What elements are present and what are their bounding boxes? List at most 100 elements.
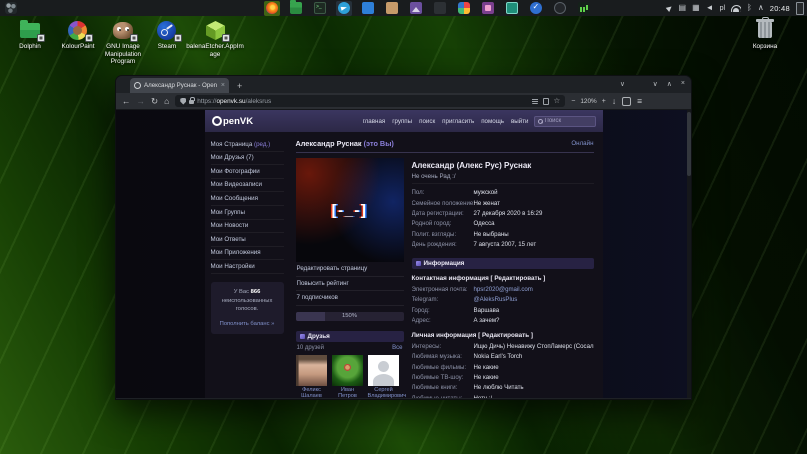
site-search[interactable]	[534, 116, 596, 127]
taskbar-package-app[interactable]	[384, 1, 400, 16]
friends-section-icon	[300, 334, 305, 339]
nav-search-link[interactable]: поиск	[419, 118, 435, 125]
taskbar-konsole[interactable]	[312, 1, 328, 16]
personal-info-header: Личная информация [ Редактировать ]	[412, 332, 594, 339]
forward-button[interactable]: →	[137, 97, 146, 106]
clock[interactable]: 20:48	[770, 4, 790, 13]
sidebar-item-friends[interactable]: Мои Друзья (7)	[211, 152, 284, 166]
edit-page-link[interactable]: (ред.)	[254, 141, 270, 148]
sidebar-item-groups[interactable]: Мои Группы	[211, 206, 284, 220]
page-scrollbar[interactable]	[687, 110, 691, 398]
reload-button[interactable]: ↻	[151, 97, 158, 106]
list-tabs-icon[interactable]: ∨	[620, 80, 625, 88]
translate-icon[interactable]	[543, 98, 549, 105]
downloads-icon[interactable]: ↓	[612, 97, 616, 106]
scrollbar-thumb[interactable]	[687, 112, 691, 176]
sidebar-item-my-page[interactable]: Моя Страница (ред.)	[211, 138, 284, 152]
bookmark-star-icon[interactable]: ☆	[554, 97, 561, 105]
friend-item[interactable]: Иван Петров	[332, 355, 364, 399]
maximize-button[interactable]: ∧	[667, 80, 672, 88]
tray-expand-icon[interactable]: ∧	[758, 4, 764, 12]
desktop-icon-trash[interactable]: Корзина	[737, 20, 793, 51]
email-link[interactable]: hpsr2020@gmail.com	[474, 286, 533, 293]
edit-contact-link[interactable]: [ Редактировать ]	[491, 275, 546, 282]
new-tab-button[interactable]: +	[237, 81, 242, 91]
tab-title: Александр Руснак - Open	[144, 82, 218, 89]
edit-personal-link[interactable]: [ Редактировать ]	[478, 332, 533, 339]
telegram-tray-icon[interactable]: ▶	[666, 4, 675, 13]
zoom-in-button[interactable]: +	[602, 98, 606, 105]
edit-profile-link[interactable]: Редактировать страницу	[296, 262, 404, 277]
online-status-link[interactable]: Онлайн	[571, 140, 593, 147]
close-button[interactable]: ×	[681, 80, 685, 88]
detail-row: Семейное положение:Не женат	[412, 198, 594, 208]
taskbar-chart-app[interactable]	[576, 1, 592, 16]
contact-row: Адрес:А зачем?	[412, 315, 594, 325]
back-button[interactable]: ←	[122, 97, 131, 106]
shortcut-badge	[85, 34, 93, 42]
openvk-logo[interactable]: penVK	[212, 116, 254, 127]
profile-status[interactable]: Не очень Рад :/	[412, 173, 594, 184]
sidebar-item-settings[interactable]: Мои Настройки	[211, 260, 284, 274]
browser-tab[interactable]: Александр Руснак - Open ×	[130, 78, 229, 93]
nav-invite-link[interactable]: пригласить	[442, 118, 474, 125]
address-bar[interactable]: https://openvk.su/aleksrus ☆	[175, 95, 565, 107]
friend-avatar	[296, 355, 327, 386]
menu-icon[interactable]: ≡	[637, 97, 642, 106]
taskbar-check-app[interactable]	[528, 1, 544, 16]
top-up-balance-link[interactable]: Пополнить баланс »	[214, 320, 281, 329]
raise-rating-link[interactable]: Повысить рейтинг	[296, 277, 404, 292]
taskbar-settings-app[interactable]	[456, 1, 472, 16]
followers-link[interactable]: 7 подписчиков	[296, 291, 404, 306]
search-input[interactable]	[545, 118, 592, 124]
friend-item[interactable]: Феликс Шалаев	[296, 355, 328, 399]
openvk-nav: главная группы поиск пригласить помощь в…	[363, 118, 529, 125]
taskbar-display-app[interactable]	[504, 1, 520, 16]
lock-icon[interactable]	[189, 100, 194, 104]
clipboard-icon[interactable]: ▤	[679, 4, 687, 12]
wifi-icon[interactable]	[731, 4, 741, 12]
nav-groups-link[interactable]: группы	[392, 118, 412, 125]
volume-icon[interactable]: ◄	[706, 4, 714, 12]
tracking-shield-icon[interactable]	[180, 98, 186, 105]
shortcut-badge	[222, 34, 230, 42]
tab-close-icon[interactable]: ×	[221, 82, 225, 89]
sidebar-item-photos[interactable]: Мои Фотографии	[211, 165, 284, 179]
nav-logout-link[interactable]: выйти	[511, 118, 528, 125]
sidebar-item-news[interactable]: Мои Новости	[211, 220, 284, 234]
reader-mode-icon[interactable]	[532, 98, 538, 104]
friend-avatar	[368, 355, 399, 386]
taskbar-dark-app[interactable]	[432, 1, 448, 16]
sidebar-item-answers[interactable]: Мои Ответы	[211, 233, 284, 247]
sidebar-item-videos[interactable]: Мои Видеозаписи	[211, 179, 284, 193]
bluetooth-icon[interactable]: ᛒ	[747, 4, 752, 12]
zoom-level[interactable]: 120%	[580, 98, 596, 105]
profile-avatar[interactable]: [-_-]	[296, 158, 404, 262]
browser-window: Александр Руснак - Open × + ∨ ∨ ∧ × ← → …	[115, 75, 692, 400]
friends-all-link[interactable]: Все	[392, 345, 402, 351]
sidebar-item-messages[interactable]: Мои Сообщения	[211, 192, 284, 206]
app-launcher-icon[interactable]	[5, 2, 17, 14]
account-icon[interactable]	[622, 97, 631, 106]
info-section-header: Информация	[412, 258, 594, 269]
nav-help-link[interactable]: помощь	[481, 118, 504, 125]
friend-item[interactable]: Сергей Владимирович	[368, 355, 400, 399]
taskbar-wheel-app[interactable]	[552, 1, 568, 16]
taskbar-blue-app[interactable]	[360, 1, 376, 16]
taskbar-telegram[interactable]	[336, 1, 352, 16]
gallery-icon	[410, 2, 422, 14]
keyboard-layout-indicator[interactable]: pl	[720, 5, 725, 12]
zoom-out-button[interactable]: −	[571, 98, 575, 105]
nav-home-link[interactable]: главная	[363, 118, 386, 125]
desktop-icon-balenaetcher[interactable]: balenaEtcher.AppImage	[185, 20, 245, 58]
taskbar-gallery-app[interactable]	[408, 1, 424, 16]
taskbar-firefox[interactable]	[264, 1, 280, 16]
taskbar-media-app[interactable]	[480, 1, 496, 16]
taskbar-dolphin[interactable]	[288, 1, 304, 16]
sidebar-item-apps[interactable]: Мои Приложения	[211, 247, 284, 261]
peek-desktop-button[interactable]	[796, 2, 804, 15]
home-button[interactable]: ⌂	[164, 97, 169, 106]
telegram-link[interactable]: @AleksRusPlus	[474, 296, 518, 303]
minimize-button[interactable]: ∨	[653, 80, 658, 88]
screen-cast-icon[interactable]: ▦	[692, 4, 700, 12]
